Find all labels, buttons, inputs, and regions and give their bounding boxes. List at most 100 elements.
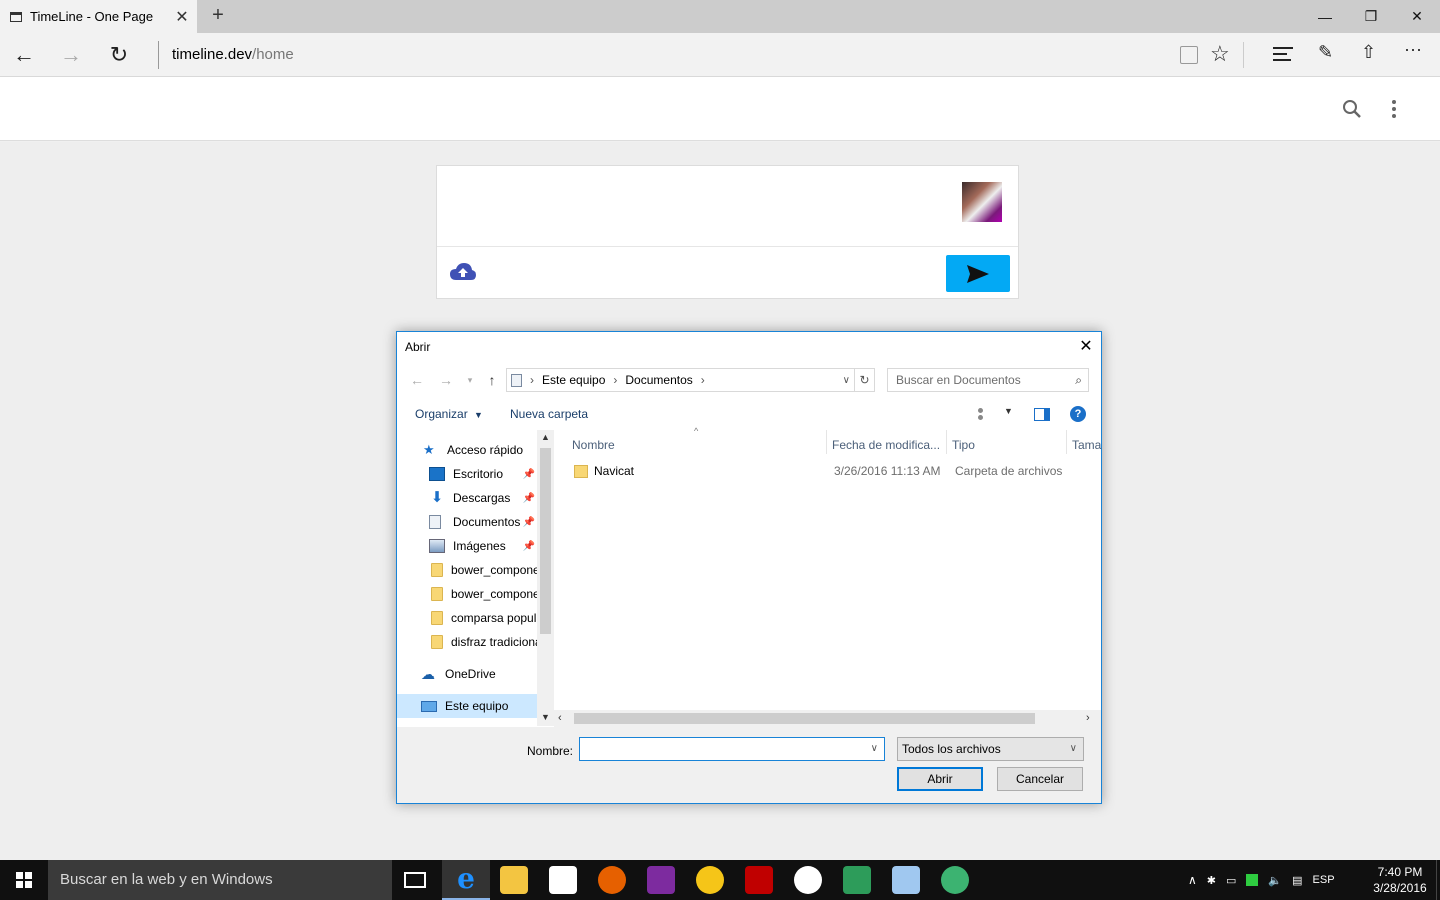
git-icon[interactable]	[843, 866, 871, 894]
navicat-icon[interactable]	[696, 866, 724, 894]
taskbar-edge-button[interactable]: e	[442, 860, 490, 900]
post-text-area[interactable]	[437, 166, 957, 246]
task-view-icon[interactable]	[404, 872, 426, 888]
nav-item-escritorio[interactable]: Escritorio 📌	[397, 462, 537, 486]
tab-close-icon[interactable]: ✕	[167, 7, 197, 27]
dialog-close-button[interactable]: ✕	[1073, 336, 1099, 358]
folder-icon	[431, 611, 443, 625]
browser-tab[interactable]: TimeLine - One Page ✕	[0, 0, 197, 33]
filezilla-icon[interactable]	[745, 866, 773, 894]
phpstorm-icon[interactable]	[647, 866, 675, 894]
share-icon[interactable]: ⇧	[1361, 42, 1376, 63]
file-explorer-icon[interactable]	[500, 866, 528, 894]
nav-quick-access[interactable]: ★ Acceso rápido	[397, 438, 537, 462]
column-nombre[interactable]: Nombre	[572, 438, 615, 452]
nav-este-equipo[interactable]: Este equipo	[397, 694, 537, 718]
new-tab-button[interactable]: +	[206, 4, 230, 28]
organize-button[interactable]: Organizar ▼	[415, 407, 483, 421]
slack-icon[interactable]	[794, 866, 822, 894]
nav-scroll-thumb[interactable]	[540, 448, 551, 634]
firefox-icon[interactable]	[598, 866, 626, 894]
volume-icon[interactable]: 🔈	[1268, 874, 1282, 887]
settings-icon[interactable]: ✱	[1207, 874, 1216, 887]
cloud-upload-icon[interactable]	[450, 263, 476, 281]
new-folder-button[interactable]: Nueva carpeta	[510, 407, 588, 421]
more-options-icon[interactable]: ···	[1404, 39, 1422, 60]
reading-view-icon[interactable]	[1180, 46, 1198, 64]
address-bar[interactable]: timeline.dev/home	[158, 41, 1168, 69]
recent-locations-icon[interactable]: ▾	[459, 370, 481, 390]
send-button[interactable]	[946, 255, 1010, 292]
nav-item-folder[interactable]: bower_compone	[397, 582, 537, 606]
preview-pane-icon[interactable]	[1034, 408, 1050, 421]
download-icon: ⬇	[430, 489, 444, 506]
favorite-star-icon[interactable]: ☆	[1210, 41, 1230, 67]
show-hidden-icons-icon[interactable]: ∧	[1188, 873, 1197, 887]
file-list-scroll-thumb[interactable]	[574, 713, 1035, 724]
view-options-icon[interactable]	[978, 408, 994, 420]
nav-label: bower_compone	[451, 587, 537, 601]
nav-label: disfraz tradiciona	[451, 635, 537, 649]
post-composer	[436, 165, 1019, 299]
dialog-forward-icon[interactable]: →	[435, 370, 457, 390]
nav-item-folder[interactable]: bower_compone	[397, 558, 537, 582]
start-button[interactable]	[0, 860, 48, 900]
file-type-select[interactable]: Todos los archivos ∨	[897, 737, 1084, 761]
chevron-down-icon[interactable]: ∨	[871, 743, 878, 754]
breadcrumb[interactable]: › Este equipo › Documentos › ∨	[506, 368, 855, 392]
close-window-button[interactable]: ✕	[1394, 0, 1440, 33]
clock[interactable]: 7:40 PM 3/28/2016	[1364, 864, 1436, 896]
kebab-menu-icon[interactable]	[1390, 99, 1398, 119]
nav-item-descargas[interactable]: ⬇ Descargas 📌	[397, 486, 537, 510]
web-note-icon[interactable]: ✎	[1318, 42, 1333, 63]
control-panel-icon[interactable]	[892, 866, 920, 894]
document-icon	[429, 515, 441, 529]
atom-icon[interactable]	[941, 866, 969, 894]
notification-icon[interactable]: ▤	[1292, 874, 1302, 887]
minimize-button[interactable]: —	[1302, 0, 1348, 33]
search-input[interactable]: Buscar en Documentos ⌕	[887, 368, 1089, 392]
toolbar-divider	[1243, 42, 1244, 68]
show-desktop-button[interactable]	[1436, 860, 1440, 900]
cancel-button[interactable]: Cancelar	[997, 767, 1083, 791]
column-tamano[interactable]: Tama	[1072, 438, 1101, 452]
refresh-icon[interactable]: ↻	[855, 368, 875, 392]
breadcrumb-documentos[interactable]: Documentos	[625, 373, 692, 387]
network-icon[interactable]: ▭	[1226, 874, 1236, 887]
scroll-up-icon[interactable]: ▲	[541, 432, 550, 442]
store-icon[interactable]	[549, 866, 577, 894]
search-icon[interactable]	[1342, 99, 1362, 119]
desktop-icon	[429, 467, 445, 481]
help-icon[interactable]: ?	[1070, 406, 1086, 422]
dialog-title: Abrir	[405, 340, 431, 354]
hub-icon[interactable]	[1273, 47, 1293, 61]
dialog-back-icon[interactable]: ←	[406, 370, 428, 390]
scroll-down-icon[interactable]: ▼	[541, 712, 550, 722]
back-button[interactable]: ←	[8, 41, 40, 69]
breadcrumb-este-equipo[interactable]: Este equipo	[542, 373, 605, 387]
scroll-left-icon[interactable]: ‹	[558, 712, 562, 724]
column-fecha[interactable]: Fecha de modifica...	[832, 438, 940, 452]
nav-item-documentos[interactable]: Documentos 📌	[397, 510, 537, 534]
breadcrumb-dropdown-icon[interactable]: ∨	[843, 375, 850, 386]
open-button[interactable]: Abrir	[897, 767, 983, 791]
nav-item-imagenes[interactable]: Imágenes 📌	[397, 534, 537, 558]
nav-label: Acceso rápido	[447, 443, 524, 457]
column-separator	[946, 430, 947, 454]
filename-input[interactable]: ∨	[579, 737, 885, 761]
nav-item-folder[interactable]: disfraz tradiciona	[397, 630, 537, 654]
refresh-button[interactable]: ↻	[103, 41, 135, 69]
app-tray-icon[interactable]	[1246, 874, 1259, 886]
column-tipo[interactable]: Tipo	[952, 438, 975, 452]
taskbar-search[interactable]: Buscar en la web y en Windows	[48, 860, 392, 900]
scroll-right-icon[interactable]: ›	[1086, 712, 1090, 724]
file-row[interactable]: Navicat 3/26/2016 11:13 AM Carpeta de ar…	[572, 460, 1092, 482]
forward-button[interactable]: →	[55, 41, 87, 69]
up-folder-icon[interactable]: ↑	[481, 370, 503, 390]
nav-item-folder[interactable]: comparsa popul	[397, 606, 537, 630]
language-indicator[interactable]: ESP	[1313, 874, 1335, 886]
folder-icon	[431, 635, 443, 649]
maximize-button[interactable]: ❐	[1348, 0, 1394, 33]
view-dropdown-icon[interactable]: ▼	[1004, 406, 1013, 416]
nav-onedrive[interactable]: ☁ OneDrive	[397, 662, 537, 686]
